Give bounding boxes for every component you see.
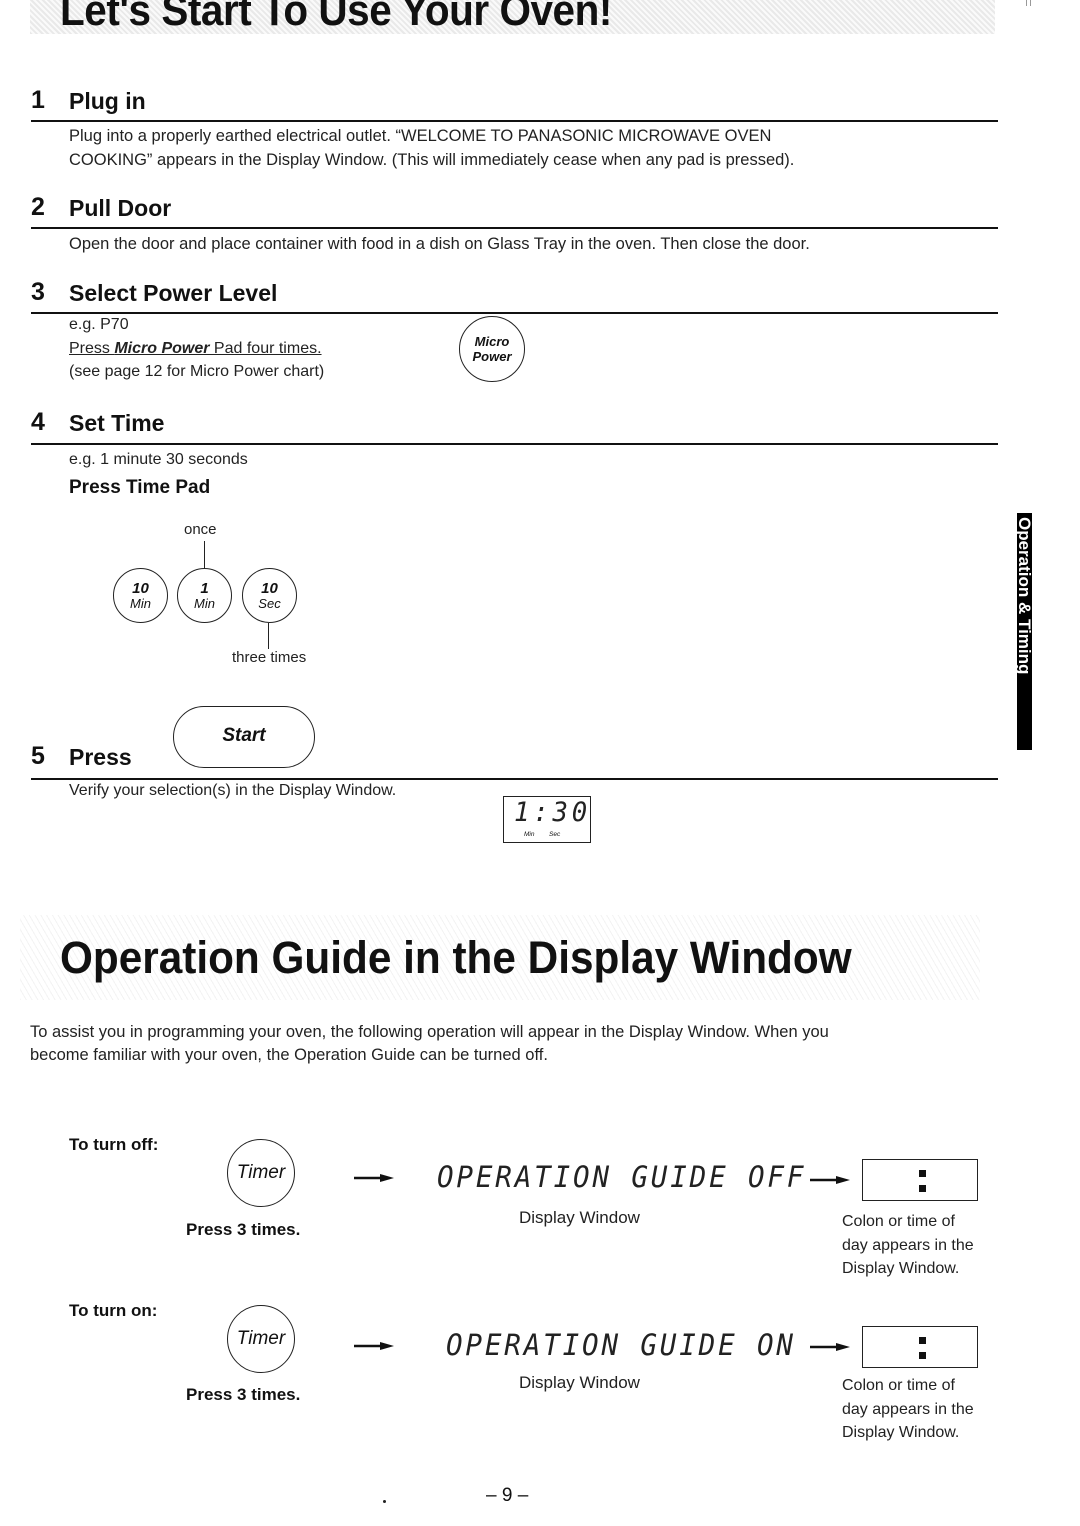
pad-label-top: 10	[261, 579, 278, 597]
micro-power-pad[interactable]: Micro Power	[459, 316, 525, 382]
instruction-pad-name: Micro Power	[114, 340, 210, 357]
step-5-number: 5	[31, 742, 45, 770]
pad-label-bottom: Min	[130, 595, 151, 611]
step-1-number: 1	[31, 86, 45, 114]
guide-title: Operation Guide in the Display Window	[60, 932, 852, 983]
timer-pad-off[interactable]: Timer	[227, 1139, 295, 1207]
step-5-text: Verify your selection(s) in the Display …	[69, 782, 397, 799]
result-text-on: Colon or time of day appears in the Disp…	[842, 1374, 974, 1445]
display-caption-off: Display Window	[519, 1208, 640, 1227]
display-text-guide-off: OPERATION GUIDE OFF	[437, 1160, 807, 1194]
pad-label-bottom: Sec	[258, 595, 281, 611]
corner-mark	[1026, 0, 1031, 6]
display-sec-label: Sec	[549, 831, 561, 838]
turn-on-press-count: Press 3 times.	[186, 1385, 301, 1404]
step-4-number: 4	[31, 408, 45, 436]
step-3-note: (see page 12 for Micro Power chart)	[69, 363, 325, 380]
turn-off-press-count: Press 3 times.	[186, 1220, 301, 1239]
pad-label-bottom: Power	[472, 349, 512, 364]
pad-label-bottom: Min	[194, 595, 215, 611]
step-5-title: Press	[69, 744, 132, 770]
instruction-prefix: Press	[69, 340, 115, 357]
step-1-text-line2: COOKING” appears in the Display Window. …	[69, 151, 795, 169]
step-1-text-line1: Plug into a properly earthed electrical …	[69, 127, 772, 145]
step-2-title: Pull Door	[69, 195, 172, 221]
side-tab-label: Operation & Timing	[1017, 517, 1032, 675]
guide-intro-line1: To assist you in programming your oven, …	[30, 1023, 829, 1041]
display-window-1-30: 1:30 Min Sec	[503, 796, 591, 843]
step-3-instruction: Press Micro Power Pad four times.	[69, 340, 322, 358]
step-2-rule	[31, 227, 998, 229]
page-number: – 9 –	[486, 1485, 529, 1506]
display-caption-on: Display Window	[519, 1373, 640, 1392]
label-once: once	[184, 521, 217, 538]
result-line: Display Window.	[842, 1424, 960, 1441]
step-3-example: e.g. P70	[69, 316, 129, 333]
result-text-off: Colon or time of day appears in the Disp…	[842, 1210, 974, 1281]
display-min-label: Min	[524, 831, 535, 838]
stray-dot	[383, 1500, 386, 1503]
pad-label-top: 1	[200, 579, 209, 597]
display-value: 1:30	[514, 797, 591, 828]
start-label: Start	[222, 724, 266, 746]
step-2-number: 2	[31, 193, 45, 221]
timer-pad-on[interactable]: Timer	[227, 1305, 295, 1373]
pad-label-top: 10	[132, 579, 149, 597]
pad-10-sec[interactable]: 10 Sec	[242, 568, 297, 623]
result-line: day appears in the	[842, 1236, 974, 1254]
colon-display-on	[862, 1326, 978, 1368]
result-line: Colon or time of	[842, 1377, 955, 1394]
result-line: Display Window.	[842, 1260, 960, 1277]
colon-display-off	[862, 1159, 978, 1201]
result-line: Colon or time of	[842, 1213, 955, 1230]
turn-off-label: To turn off:	[69, 1135, 159, 1154]
step-1-title: Plug in	[69, 88, 146, 114]
pad-1-min[interactable]: 1 Min	[177, 568, 232, 623]
result-line: day appears in the	[842, 1400, 974, 1418]
instruction-suffix: Pad four times.	[209, 340, 322, 357]
step-4-example: e.g. 1 minute 30 seconds	[69, 451, 248, 468]
side-tab: Operation & Timing	[1017, 513, 1032, 750]
once-leader-line	[204, 541, 205, 569]
arrow-right-icon	[354, 1174, 394, 1182]
guide-intro-line2: become familiar with your oven, the Oper…	[30, 1046, 548, 1064]
step-4-subtitle: Press Time Pad	[69, 477, 211, 498]
display-text-guide-on: OPERATION GUIDE ON	[446, 1328, 796, 1362]
start-button[interactable]: Start	[173, 706, 315, 768]
step-3-rule	[31, 312, 998, 314]
pad-label-top: Micro	[474, 334, 510, 349]
step-1-rule	[31, 120, 998, 122]
step-3-title: Select Power Level	[69, 280, 278, 306]
arrow-right-icon	[354, 1342, 394, 1350]
three-times-leader-line	[268, 623, 269, 649]
arrow-right-icon	[810, 1343, 850, 1351]
arrow-right-icon	[810, 1176, 850, 1184]
page-title: Let's Start To Use Your Oven!	[60, 0, 612, 35]
colon-dot-top	[919, 1170, 926, 1177]
timer-label: Timer	[236, 1162, 286, 1183]
step-4-title: Set Time	[69, 410, 165, 436]
step-5-rule	[31, 778, 998, 780]
step-2-text: Open the door and place container with f…	[69, 235, 810, 253]
step-3-number: 3	[31, 278, 45, 306]
label-three-times: three times	[232, 649, 307, 666]
colon-dot-top	[919, 1337, 926, 1344]
pad-10-min[interactable]: 10 Min	[113, 568, 168, 623]
colon-dot-bottom	[919, 1352, 926, 1359]
step-4-rule	[31, 443, 998, 445]
timer-label: Timer	[236, 1328, 286, 1349]
turn-on-label: To turn on:	[69, 1301, 158, 1320]
colon-dot-bottom	[919, 1185, 926, 1192]
